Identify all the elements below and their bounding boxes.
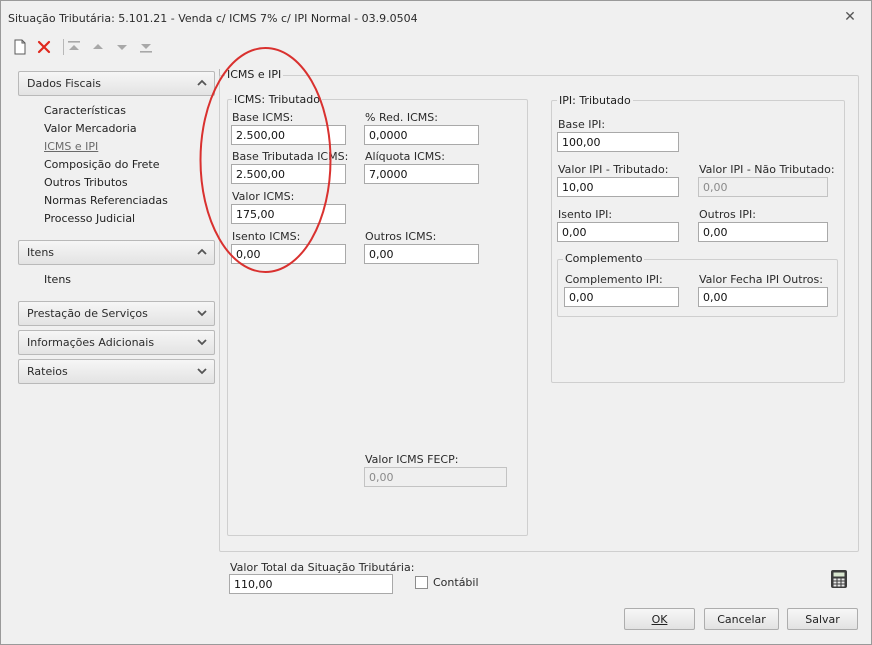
isento-ipi-input[interactable]	[557, 222, 679, 242]
valor-ipi-nao-tributado-label: Valor IPI - Não Tributado:	[699, 163, 835, 176]
chevron-up-icon[interactable]	[196, 76, 208, 90]
valor-icms-label: Valor ICMS:	[232, 190, 295, 203]
base-icms-label: Base ICMS:	[232, 111, 294, 124]
valor-fecha-ipi-outros-label: Valor Fecha IPI Outros:	[699, 273, 823, 286]
title-bar: Situação Tributária: 5.101.21 - Venda c/…	[1, 1, 871, 35]
delete-x-icon[interactable]	[35, 38, 53, 56]
toolbar-separator	[63, 39, 64, 55]
base-icms-input[interactable]	[231, 125, 346, 145]
nav-section-label: Rateios	[27, 365, 68, 378]
nav-item-composicao-frete[interactable]: Composição do Frete	[44, 158, 160, 171]
outros-ipi-input[interactable]	[698, 222, 828, 242]
dialog-window: Situação Tributária: 5.101.21 - Venda c/…	[0, 0, 872, 645]
cancel-button[interactable]: Cancelar	[704, 608, 779, 630]
nav-section-itens[interactable]: Itens	[18, 240, 215, 265]
aliquota-icms-label: Alíquota ICMS:	[365, 150, 445, 163]
ok-button-label: OK	[651, 612, 668, 626]
valor-icms-fecp-label: Valor ICMS FECP:	[365, 453, 459, 466]
outros-icms-input[interactable]	[364, 244, 479, 264]
save-button-label: Salvar	[805, 612, 840, 626]
valor-ipi-tributado-label: Valor IPI - Tributado:	[558, 163, 669, 176]
nav-section-label: Dados Fiscais	[27, 77, 102, 90]
contabil-label: Contábil	[433, 576, 479, 589]
nav-item-icms-ipi[interactable]: ICMS e IPI	[44, 140, 98, 153]
calculator-icon[interactable]	[829, 569, 849, 589]
nav-section-prestacao-servicos[interactable]: Prestação de Serviços	[18, 301, 215, 326]
red-icms-input[interactable]	[364, 125, 479, 145]
nav-section-rateios[interactable]: Rateios	[18, 359, 215, 384]
valor-ipi-tributado-input[interactable]	[557, 177, 679, 197]
outros-icms-label: Outros ICMS:	[365, 230, 437, 243]
chevron-up-icon[interactable]	[196, 245, 208, 259]
base-tributada-icms-label: Base Tributada ICMS:	[232, 150, 349, 163]
section-title: ICMS e IPI	[225, 68, 284, 81]
valor-icms-input[interactable]	[231, 204, 346, 224]
move-last-icon[interactable]	[137, 38, 155, 56]
valor-icms-fecp-input	[364, 467, 507, 487]
valor-total-input[interactable]	[229, 574, 393, 594]
window-title: Situação Tributária: 5.101.21 - Venda c/…	[8, 12, 418, 25]
move-down-icon[interactable]	[113, 38, 131, 56]
isento-ipi-label: Isento IPI:	[558, 208, 613, 221]
nav-section-dados-fiscais[interactable]: Dados Fiscais	[18, 71, 215, 96]
nav-item-valor-mercadoria[interactable]: Valor Mercadoria	[44, 122, 137, 135]
complemento-group-title: Complemento	[563, 252, 645, 265]
move-up-icon[interactable]	[89, 38, 107, 56]
outros-ipi-label: Outros IPI:	[699, 208, 757, 221]
aliquota-icms-input[interactable]	[364, 164, 479, 184]
new-document-icon[interactable]	[11, 38, 29, 56]
valor-total-label: Valor Total da Situação Tributária:	[230, 561, 415, 574]
ipi-group-title: IPI: Tributado	[557, 94, 633, 107]
save-button[interactable]: Salvar	[787, 608, 858, 630]
nav-section-informacoes-adicionais[interactable]: Informações Adicionais	[18, 330, 215, 355]
nav-section-label: Informações Adicionais	[27, 336, 155, 349]
nav-item-itens[interactable]: Itens	[44, 273, 71, 286]
base-tributada-icms-input[interactable]	[231, 164, 346, 184]
nav-section-label: Prestação de Serviços	[27, 307, 148, 320]
complemento-ipi-label: Complemento IPI:	[565, 273, 663, 286]
isento-icms-label: Isento ICMS:	[232, 230, 301, 243]
chevron-down-icon[interactable]	[196, 335, 208, 349]
base-ipi-input[interactable]	[557, 132, 679, 152]
ok-button[interactable]: OK	[624, 608, 695, 630]
valor-fecha-ipi-outros-input[interactable]	[698, 287, 828, 307]
contabil-checkbox[interactable]	[415, 576, 428, 589]
chevron-down-icon[interactable]	[196, 306, 208, 320]
nav-section-label: Itens	[27, 246, 55, 259]
base-ipi-label: Base IPI:	[558, 118, 606, 131]
nav-item-normas-referenciadas[interactable]: Normas Referenciadas	[44, 194, 168, 207]
red-icms-label: % Red. ICMS:	[365, 111, 438, 124]
complemento-ipi-input[interactable]	[564, 287, 679, 307]
valor-ipi-nao-tributado-input	[698, 177, 828, 197]
cancel-button-label: Cancelar	[717, 612, 766, 626]
icms-group-title: ICMS: Tributado	[232, 93, 323, 106]
nav-item-outros-tributos[interactable]: Outros Tributos	[44, 176, 128, 189]
nav-item-caracteristicas[interactable]: Características	[44, 104, 126, 117]
isento-icms-input[interactable]	[231, 244, 346, 264]
chevron-down-icon[interactable]	[196, 364, 208, 378]
nav-item-processo-judicial[interactable]: Processo Judicial	[44, 212, 135, 225]
move-first-icon[interactable]	[65, 38, 83, 56]
close-icon[interactable]: ✕	[841, 8, 859, 26]
